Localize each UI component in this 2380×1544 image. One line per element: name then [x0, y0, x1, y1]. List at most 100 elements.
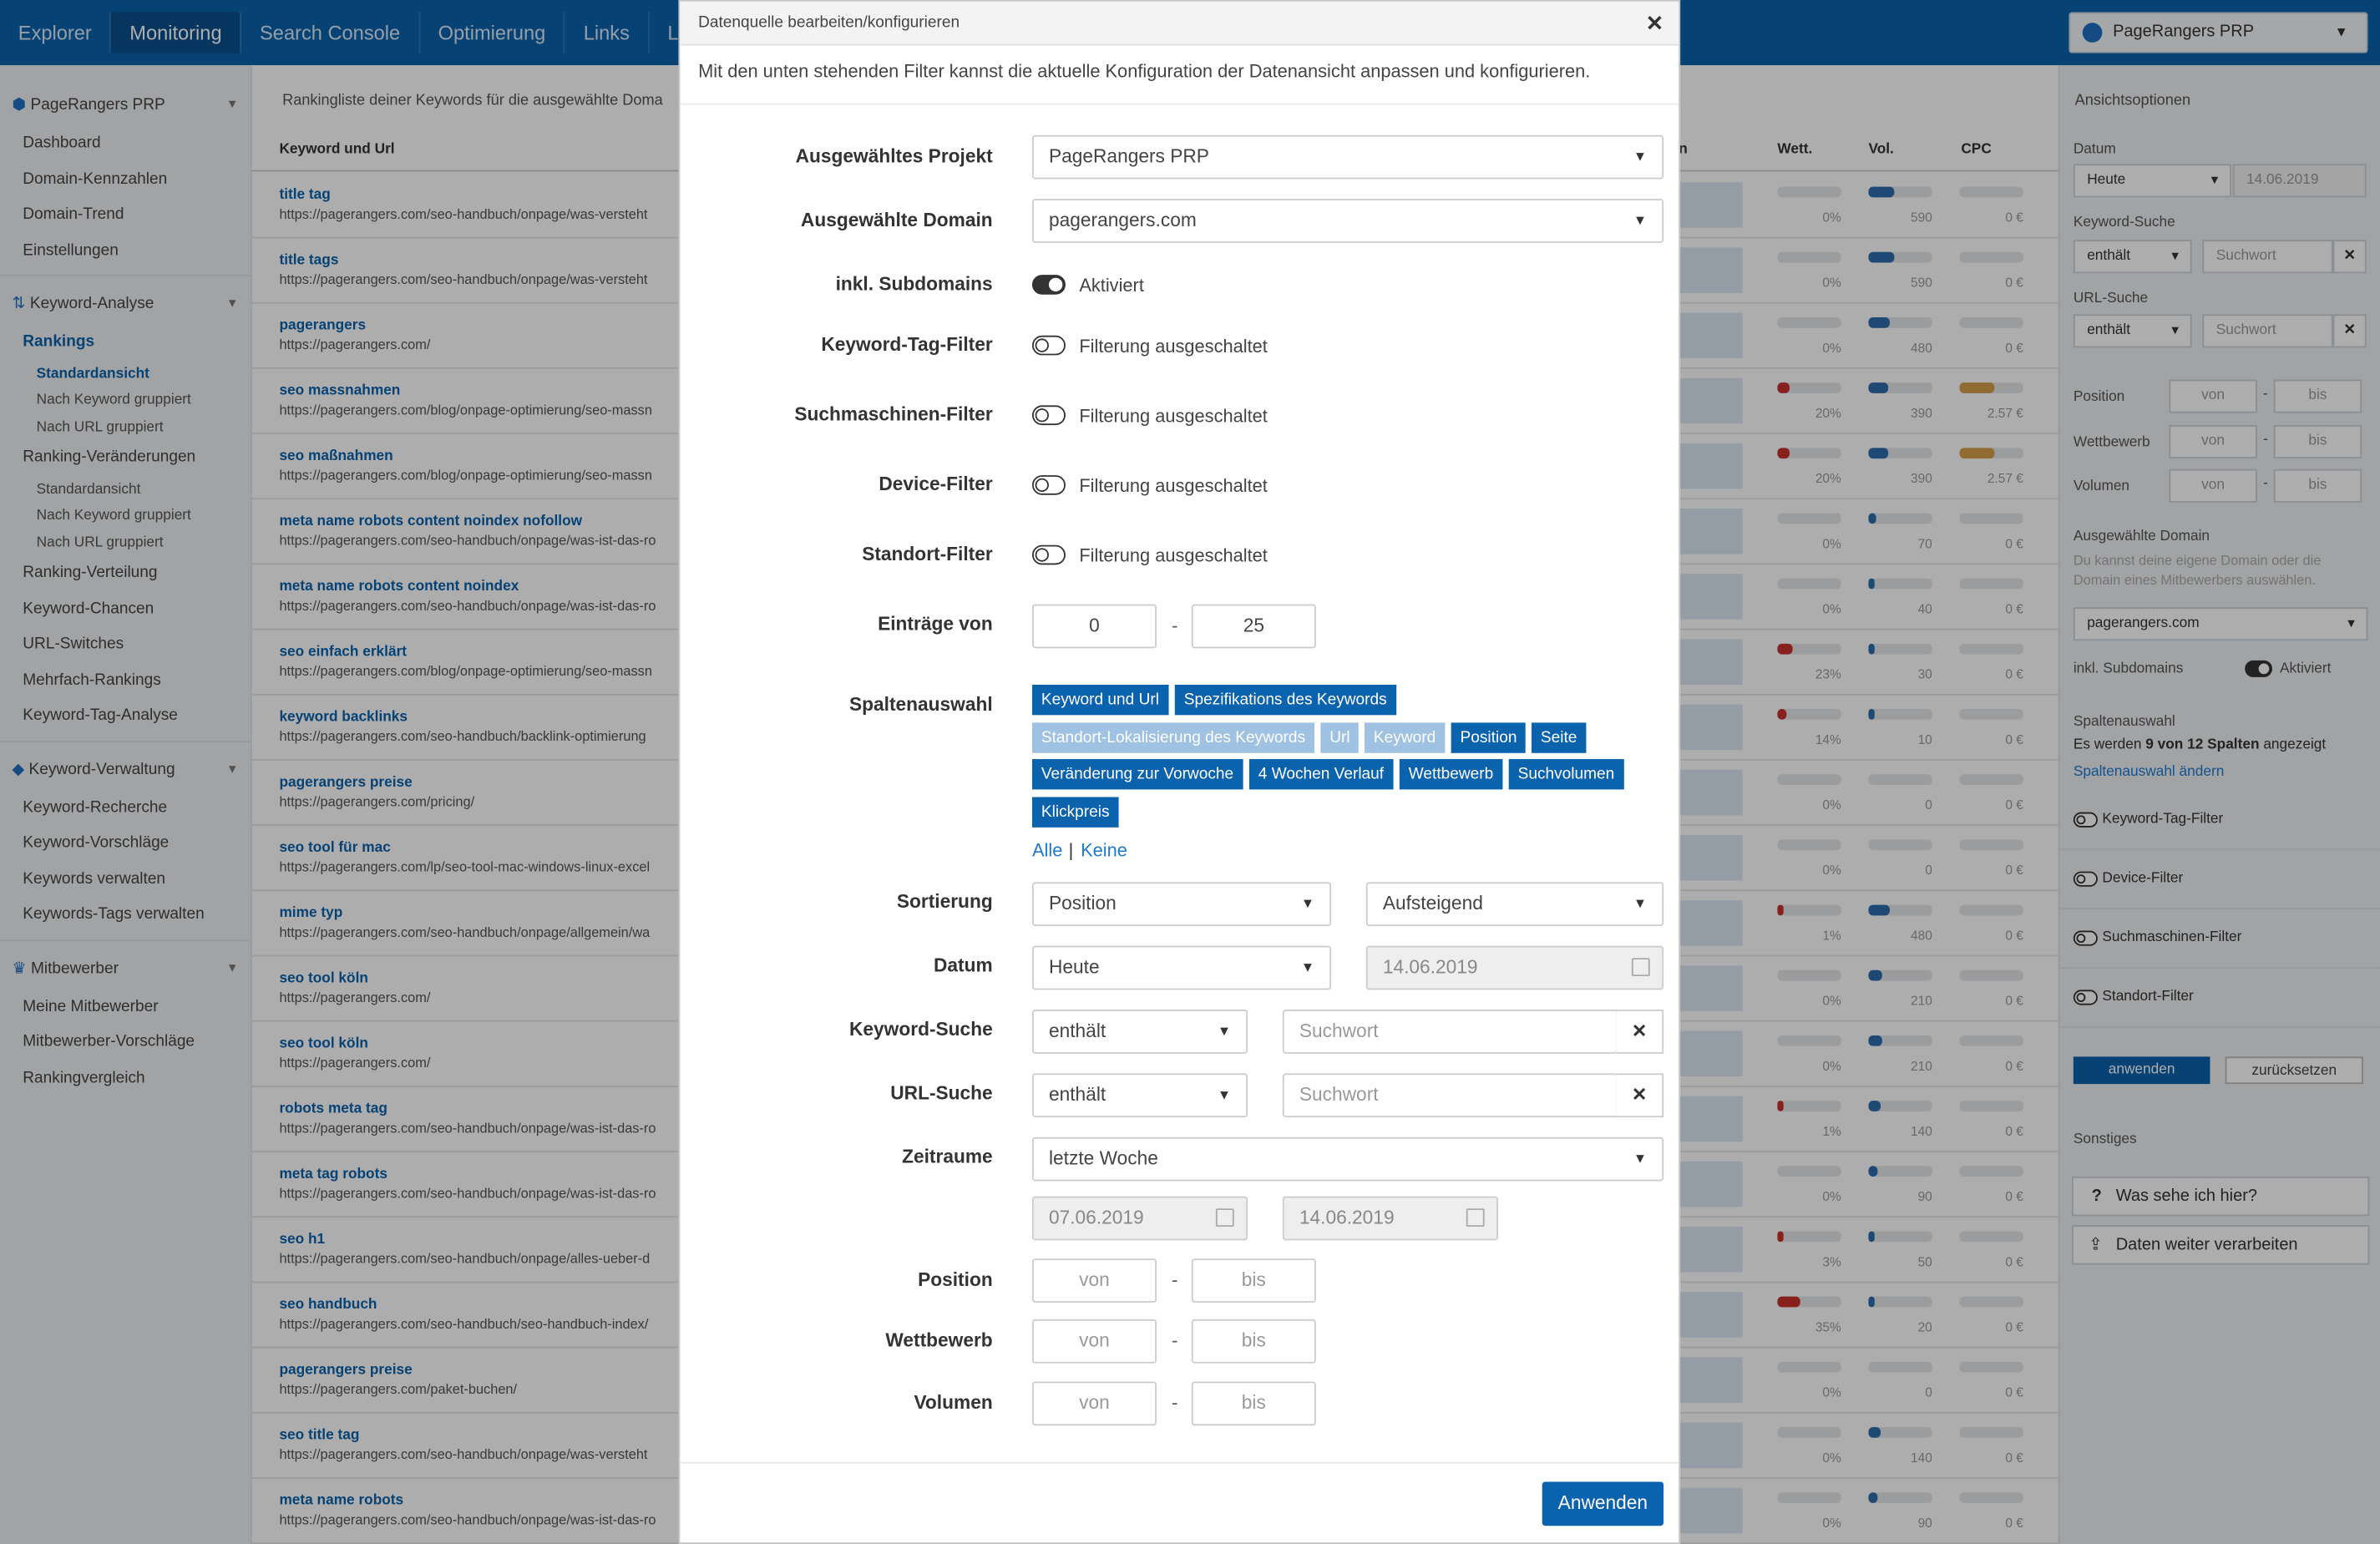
entries-from-input[interactable]: 0 [1031, 604, 1157, 649]
dialog-header: Datenquelle bearbeiten/konfigurieren ✕ [680, 1, 1679, 46]
date-field: 14.06.2019 [1365, 945, 1664, 990]
toggle-knob [1035, 547, 1049, 561]
entries-to-input[interactable]: 25 [1191, 604, 1316, 649]
keyword-search-mode[interactable]: enthält ▼ [1031, 1010, 1248, 1054]
chevron-down-icon: ▼ [1633, 212, 1648, 228]
keyword-tag-filter-toggle[interactable] [1031, 335, 1066, 356]
dash: - [1172, 1268, 1178, 1291]
column-chip[interactable]: Wettbewerb [1399, 759, 1503, 790]
search-engine-filter-toggle[interactable] [1031, 405, 1066, 426]
url-search-input[interactable]: Suchwort [1282, 1073, 1618, 1118]
url-search-placeholder: Suchwort [1299, 1084, 1379, 1106]
config-dialog: Datenquelle bearbeiten/konfigurieren ✕ M… [678, 0, 1681, 1544]
url-search-mode[interactable]: enthält ▼ [1031, 1073, 1248, 1118]
chevron-down-icon: ▼ [1300, 895, 1315, 911]
column-chip[interactable]: Suchvolumen [1508, 759, 1624, 790]
toggle-knob [1035, 408, 1049, 422]
position-label: Position [918, 1268, 993, 1291]
project-select[interactable]: PageRangers PRP ▼ [1031, 134, 1664, 180]
dialog-description: Mit den unten stehenden Filter kannst di… [698, 60, 1591, 83]
column-chip[interactable]: Veränderung zur Vorwoche [1031, 759, 1243, 790]
domain-label: Ausgewählte Domain [800, 209, 993, 231]
device-filter-state: Filterung ausgeschaltet [1079, 475, 1268, 497]
chevron-down-icon: ▼ [1633, 149, 1648, 165]
date-select[interactable]: Heute ▼ [1031, 945, 1332, 990]
volumen-label: Volumen [914, 1392, 993, 1414]
chevron-down-icon: ▼ [1633, 895, 1648, 911]
column-chip[interactable]: Klickpreis [1031, 797, 1119, 828]
project-label: Ausgewähltes Projekt [795, 145, 993, 167]
chevron-down-icon: ▼ [1633, 1151, 1648, 1167]
keyword-tag-filter-state: Filterung ausgeschaltet [1079, 335, 1268, 357]
calendar-icon [1631, 958, 1650, 977]
device-filter-toggle[interactable] [1031, 475, 1066, 495]
keyword-search-placeholder: Suchwort [1299, 1020, 1379, 1042]
column-chip[interactable]: Spezifikations des Keywords [1174, 684, 1396, 716]
range-to-date: 14.06.2019 [1282, 1196, 1498, 1241]
sort-direction-value: Aufsteigend [1382, 893, 1483, 914]
location-filter-state: Filterung ausgeschaltet [1079, 544, 1268, 567]
toggle-knob [1035, 337, 1049, 352]
sort-direction-select[interactable]: Aufsteigend ▼ [1365, 882, 1664, 927]
columns-label: Spaltenauswahl [848, 693, 993, 716]
chevron-down-icon: ▼ [1217, 1023, 1232, 1039]
keyword-search-label: Keyword-Suche [849, 1018, 993, 1040]
search-engine-filter-state: Filterung ausgeschaltet [1079, 405, 1268, 427]
select-none-link[interactable]: Keine [1081, 839, 1127, 860]
location-filter-label: Standort-Filter [862, 543, 993, 565]
dialog-title: Datenquelle bearbeiten/konfigurieren [698, 13, 960, 33]
subdomains-label: inkl. Subdomains [835, 273, 993, 295]
clear-url-icon[interactable]: ✕ [1616, 1073, 1664, 1118]
toggle-knob [1048, 276, 1063, 291]
domain-select[interactable]: pagerangers.com ▼ [1031, 199, 1664, 243]
device-filter-label: Device-Filter [879, 473, 993, 495]
url-search-mode-value: enthält [1048, 1084, 1106, 1106]
wettbewerb-label: Wettbewerb [885, 1329, 993, 1352]
range-select[interactable]: letzte Woche ▼ [1031, 1136, 1664, 1182]
search-engine-filter-label: Suchmaschinen-Filter [794, 403, 993, 426]
app-window: Explorer Monitoring Search Console Optim… [0, 0, 2380, 1544]
wettbewerb-to-input[interactable]: bis [1191, 1319, 1316, 1364]
column-chip[interactable]: Seite [1531, 722, 1587, 753]
subdomains-state: Aktiviert [1079, 275, 1144, 296]
range-from-date: 07.06.2019 [1031, 1196, 1248, 1241]
keyword-search-input[interactable]: Suchwort [1282, 1010, 1618, 1054]
column-chip[interactable]: Standort-Lokalisierung des Keywords [1031, 722, 1314, 753]
divider [680, 103, 1679, 105]
column-chip[interactable]: Keyword und Url [1031, 684, 1168, 716]
column-chip[interactable]: Position [1451, 722, 1527, 753]
domain-select-value: pagerangers.com [1048, 209, 1197, 231]
range-label: Zeitraume [902, 1146, 993, 1168]
dash: - [1172, 1329, 1178, 1352]
volumen-from-input[interactable]: von [1031, 1381, 1157, 1426]
position-from-input[interactable]: von [1031, 1258, 1157, 1303]
sort-field-select[interactable]: Position ▼ [1031, 882, 1332, 927]
date-label: Datum [933, 954, 993, 977]
toggle-knob [1035, 477, 1049, 492]
sort-field-value: Position [1048, 893, 1117, 914]
position-to-input[interactable]: bis [1191, 1258, 1316, 1303]
project-select-value: PageRangers PRP [1048, 145, 1209, 167]
select-all-link[interactable]: Alle [1032, 839, 1062, 860]
column-chip[interactable]: Keyword [1365, 722, 1446, 753]
subdomains-toggle[interactable] [1031, 275, 1066, 295]
column-chip[interactable]: 4 Wochen Verlauf [1248, 759, 1394, 790]
date-select-value: Heute [1048, 956, 1100, 978]
range-select-value: letzte Woche [1048, 1147, 1158, 1169]
link-separator: | [1068, 839, 1074, 861]
range-to-value: 14.06.2019 [1299, 1207, 1395, 1228]
url-search-label: URL-Suche [890, 1082, 993, 1104]
range-from-value: 07.06.2019 [1048, 1207, 1144, 1228]
calendar-icon [1466, 1208, 1485, 1228]
volumen-to-input[interactable]: bis [1191, 1381, 1316, 1426]
entries-label: Einträge von [878, 613, 993, 635]
wettbewerb-from-input[interactable]: von [1031, 1319, 1157, 1364]
chevron-down-icon: ▼ [1300, 959, 1315, 975]
apply-button[interactable]: Anwenden [1542, 1481, 1664, 1526]
clear-keyword-icon[interactable]: ✕ [1616, 1010, 1664, 1054]
dash: - [1172, 1392, 1178, 1414]
divider [680, 1461, 1679, 1464]
close-icon[interactable]: ✕ [1646, 2, 1663, 44]
location-filter-toggle[interactable] [1031, 544, 1066, 565]
column-chip[interactable]: Url [1320, 722, 1360, 753]
